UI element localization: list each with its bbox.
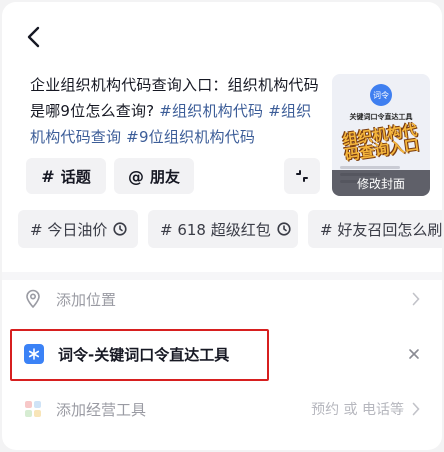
hot-topic-label: # 好友召回怎么刷	[320, 220, 442, 239]
section-divider	[2, 272, 442, 280]
close-icon	[409, 349, 419, 359]
collapse-arrows-icon	[296, 170, 308, 182]
row-right: 预约 或 电话等	[311, 399, 420, 419]
cover-headline: 组织机构代码查询入口	[341, 120, 421, 165]
cover-logo: 词令	[370, 84, 392, 106]
keyword-tool-label: 词令-关键词口令直达工具	[58, 345, 230, 364]
publish-panel: 企业组织机构代码查询入口：组织机构代码是哪9位怎么查询? #组织机构代码 #组织…	[2, 2, 442, 450]
keyword-tool-row[interactable]: 词令-关键词口令直达工具	[24, 335, 424, 373]
friend-label: 朋友	[149, 167, 180, 186]
add-location-label: 添加位置	[56, 290, 117, 309]
add-location-row[interactable]: 添加位置	[24, 280, 424, 318]
hot-topic-label: # 今日油价	[30, 220, 108, 239]
hot-topics-row: # 今日油价 # 618 超级红包 # 好友召回怎么刷	[2, 210, 442, 248]
hot-topic-chip[interactable]: # 618 超级红包	[148, 210, 298, 248]
business-tool-hint: 预约 或 电话等	[311, 402, 404, 418]
hash-icon: #	[41, 166, 55, 186]
location-pin-icon	[26, 289, 40, 309]
back-button[interactable]	[20, 24, 46, 50]
hashtag[interactable]: #组织机构代码	[159, 102, 263, 120]
post-caption[interactable]: 企业组织机构代码查询入口：组织机构代码是哪9位怎么查询? #组织机构代码 #组织…	[30, 72, 320, 150]
add-business-tool-row[interactable]: 添加经营工具 预约 或 电话等	[24, 390, 424, 428]
hot-topic-chip[interactable]: # 今日油价	[18, 210, 138, 248]
hot-topic-chip[interactable]: # 好友召回怎么刷	[308, 210, 442, 248]
remove-tool-button[interactable]	[408, 348, 420, 360]
add-topic-button[interactable]: # 话题	[26, 158, 106, 194]
chevron-right-icon	[412, 402, 420, 416]
edit-cover-button[interactable]: 修改封面	[332, 170, 430, 196]
row-right	[412, 292, 420, 306]
clock-icon	[113, 222, 127, 236]
hot-topic-label: # 618 超级红包	[160, 220, 271, 239]
chevron-right-icon	[412, 292, 420, 306]
topic-label: 话题	[60, 167, 91, 186]
chevron-left-icon	[27, 26, 40, 48]
tool-icon	[24, 344, 44, 364]
hashtag[interactable]: #9位组织机构代码	[126, 128, 255, 146]
snowflake-icon	[28, 348, 40, 360]
expand-editor-button[interactable]	[284, 158, 320, 194]
add-business-tool-label: 添加经营工具	[56, 400, 147, 419]
clock-icon	[277, 222, 291, 236]
at-icon: @	[127, 166, 144, 186]
cover-thumbnail[interactable]: 词令 关键词口令直达工具 组织机构代码查询入口 修改封面	[332, 74, 430, 196]
mention-friend-button[interactable]: @ 朋友	[114, 158, 194, 194]
business-tool-icon	[25, 401, 41, 417]
